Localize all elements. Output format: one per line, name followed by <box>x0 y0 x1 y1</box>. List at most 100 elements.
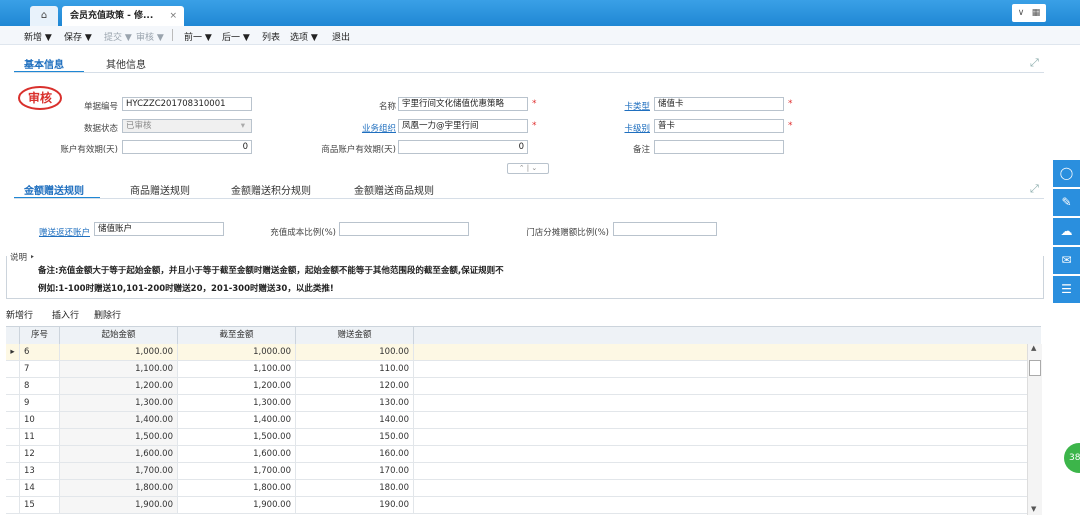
rule-tab-3[interactable]: 金额赠送商品规则 <box>354 182 434 197</box>
document-tab[interactable]: 会员充值政策 - 修... × <box>62 6 184 26</box>
toolbar-item-8[interactable]: 退出 <box>332 30 350 43</box>
scroll-up-icon[interactable]: ▲ <box>1031 344 1036 352</box>
toolbar-item-2[interactable]: 提交 ▼ <box>104 30 132 43</box>
card-level-link[interactable]: 卡级别 <box>600 122 650 134</box>
cell-index[interactable]: 8 <box>20 378 60 394</box>
cell-gift-amount[interactable]: 160.00 <box>296 446 414 462</box>
table-row[interactable]: 11 1,500.00 1,500.00 150.00 <box>6 429 1041 446</box>
expand-icon[interactable]: ⤢ <box>1030 56 1039 70</box>
notification-badge[interactable]: 38 <box>1064 443 1080 473</box>
cell-gift-amount[interactable]: 130.00 <box>296 395 414 411</box>
cell-start-amount[interactable]: 1,200.00 <box>60 378 178 394</box>
expand-icon[interactable]: ⤢ <box>1030 182 1039 196</box>
cost-ratio-field[interactable] <box>339 222 469 236</box>
grid-menu-icon[interactable]: ▦ <box>1026 4 1046 22</box>
message-icon[interactable]: ✉ <box>1053 247 1080 274</box>
cell-end-amount[interactable]: 1,500.00 <box>178 429 296 445</box>
store-ratio-field[interactable] <box>613 222 717 236</box>
cell-end-amount[interactable]: 1,700.00 <box>178 463 296 479</box>
valid-days-field[interactable]: 0 <box>122 140 252 154</box>
collapse-toggle[interactable]: ⌃ | ⌄ <box>507 163 549 174</box>
insert-row-button[interactable]: 插入行 <box>52 308 79 321</box>
cell-end-amount[interactable]: 1,200.00 <box>178 378 296 394</box>
cloud-icon[interactable]: ☁ <box>1053 218 1080 245</box>
delete-row-button[interactable]: 删除行 <box>94 308 121 321</box>
cell-index[interactable]: 15 <box>20 497 60 513</box>
remark-field[interactable] <box>654 140 784 154</box>
table-row[interactable]: 14 1,800.00 1,800.00 180.00 <box>6 480 1041 497</box>
tab-basic-info[interactable]: 基本信息 <box>24 56 64 71</box>
card-level-field[interactable]: 普卡 <box>654 119 784 133</box>
cell-gift-amount[interactable]: 120.00 <box>296 378 414 394</box>
scroll-down-icon[interactable]: ▼ <box>1031 505 1036 513</box>
cell-index[interactable]: 6 <box>20 344 60 360</box>
home-tab[interactable]: ⌂ <box>30 6 58 26</box>
cell-index[interactable]: 7 <box>20 361 60 377</box>
table-row[interactable]: ▸ 6 1,000.00 1,000.00 100.00 <box>6 344 1041 361</box>
rule-tab-1[interactable]: 商品赠送规则 <box>130 182 190 197</box>
cell-index[interactable]: 12 <box>20 446 60 462</box>
toolbar-item-3[interactable]: 审核 ▼ <box>136 30 164 43</box>
cell-index[interactable]: 10 <box>20 412 60 428</box>
cell-index[interactable]: 9 <box>20 395 60 411</box>
return-account-field[interactable]: 储值账户 <box>94 222 224 236</box>
cell-start-amount[interactable]: 1,100.00 <box>60 361 178 377</box>
table-row[interactable]: 15 1,900.00 1,900.00 190.00 <box>6 497 1041 514</box>
card-type-field[interactable]: 储值卡 <box>654 97 784 111</box>
cell-gift-amount[interactable]: 140.00 <box>296 412 414 428</box>
table-row[interactable]: 10 1,400.00 1,400.00 140.00 <box>6 412 1041 429</box>
database-icon[interactable]: ☰ <box>1053 276 1080 303</box>
name-field[interactable]: 宇里行间文化储值优惠策略 <box>398 97 528 111</box>
table-row[interactable]: 8 1,200.00 1,200.00 120.00 <box>6 378 1041 395</box>
toolbar-item-6[interactable]: 列表 <box>262 30 280 43</box>
cell-end-amount[interactable]: 1,100.00 <box>178 361 296 377</box>
header-end-amount[interactable]: 截至金额 <box>178 327 296 344</box>
header-gift-amount[interactable]: 赠送金额 <box>296 327 414 344</box>
table-row[interactable]: 9 1,300.00 1,300.00 130.00 <box>6 395 1041 412</box>
cell-start-amount[interactable]: 1,000.00 <box>60 344 178 360</box>
toolbar-item-7[interactable]: 选项 ▼ <box>290 30 318 43</box>
cell-index[interactable]: 14 <box>20 480 60 496</box>
status-select[interactable]: 已审核 ▾ <box>122 119 252 133</box>
cell-index[interactable]: 13 <box>20 463 60 479</box>
cell-end-amount[interactable]: 1,600.00 <box>178 446 296 462</box>
cell-gift-amount[interactable]: 110.00 <box>296 361 414 377</box>
table-row[interactable]: 7 1,100.00 1,100.00 110.00 <box>6 361 1041 378</box>
cell-end-amount[interactable]: 1,900.00 <box>178 497 296 513</box>
cell-gift-amount[interactable]: 180.00 <box>296 480 414 496</box>
header-start-amount[interactable]: 起始金额 <box>60 327 178 344</box>
cell-start-amount[interactable]: 1,600.00 <box>60 446 178 462</box>
toolbar-item-5[interactable]: 后一 ▼ <box>222 30 250 43</box>
org-link[interactable]: 业务组织 <box>320 122 396 134</box>
cell-gift-amount[interactable]: 190.00 <box>296 497 414 513</box>
cell-end-amount[interactable]: 1,300.00 <box>178 395 296 411</box>
toolbar-item-4[interactable]: 前一 ▼ <box>184 30 212 43</box>
table-row[interactable]: 13 1,700.00 1,700.00 170.00 <box>6 463 1041 480</box>
cell-start-amount[interactable]: 1,700.00 <box>60 463 178 479</box>
toolbar-item-1[interactable]: 保存 ▼ <box>64 30 92 43</box>
close-tab-button[interactable]: × <box>169 6 177 26</box>
bill-no-field[interactable]: HYCZZC201708310001 <box>122 97 252 111</box>
add-row-button[interactable]: 新增行 <box>6 308 33 321</box>
cell-start-amount[interactable]: 1,300.00 <box>60 395 178 411</box>
rule-tab-0[interactable]: 金额赠送规则 <box>24 182 84 197</box>
cell-gift-amount[interactable]: 170.00 <box>296 463 414 479</box>
cell-start-amount[interactable]: 1,400.00 <box>60 412 178 428</box>
return-account-link[interactable]: 赠送返还账户 <box>24 226 90 238</box>
scrollbar-thumb[interactable] <box>1029 360 1041 376</box>
cell-start-amount[interactable]: 1,800.00 <box>60 480 178 496</box>
edit-icon[interactable]: ✎ <box>1053 189 1080 216</box>
cell-start-amount[interactable]: 1,900.00 <box>60 497 178 513</box>
cell-start-amount[interactable]: 1,500.00 <box>60 429 178 445</box>
goods-valid-days-field[interactable]: 0 <box>398 140 528 154</box>
header-index[interactable]: 序号 <box>20 327 60 344</box>
table-row[interactable]: 12 1,600.00 1,600.00 160.00 <box>6 446 1041 463</box>
card-type-link[interactable]: 卡类型 <box>600 100 650 112</box>
chat-icon[interactable]: ◯ <box>1053 160 1080 187</box>
rule-tab-2[interactable]: 金额赠送积分规则 <box>231 182 311 197</box>
cell-end-amount[interactable]: 1,000.00 <box>178 344 296 360</box>
org-field[interactable]: 凤凰一力@宇里行间 <box>398 119 528 133</box>
toolbar-item-0[interactable]: 新增 ▼ <box>24 30 52 43</box>
cell-end-amount[interactable]: 1,800.00 <box>178 480 296 496</box>
cell-gift-amount[interactable]: 100.00 <box>296 344 414 360</box>
